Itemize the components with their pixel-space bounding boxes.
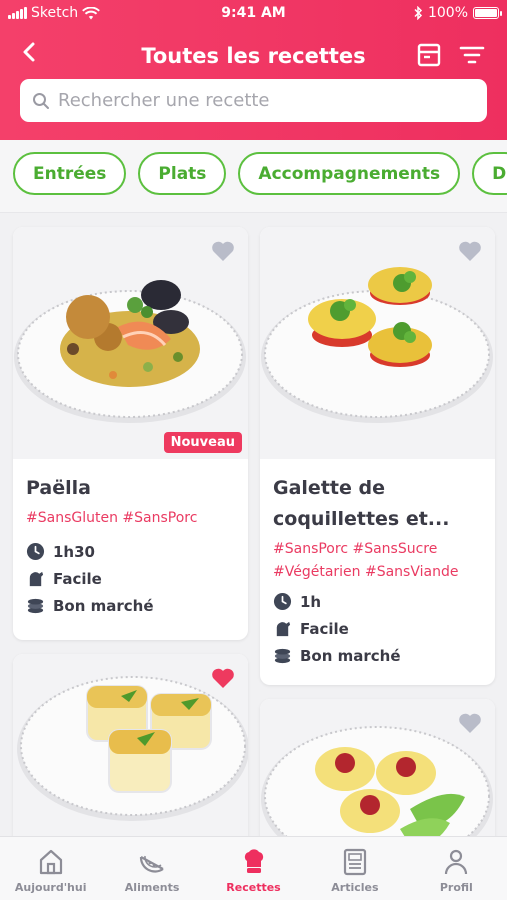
recipe-cost: Bon marché — [300, 646, 401, 665]
search-bar[interactable] — [20, 79, 487, 122]
recipe-difficulty: Facile — [300, 619, 349, 638]
chef-hat-icon — [244, 849, 263, 873]
tab-label: Recettes — [226, 881, 281, 894]
tab-label: Articles — [331, 881, 379, 894]
recipe-card-paella[interactable]: Nouveau Paëlla #SansGluten #SansPorc 1h3… — [13, 227, 248, 640]
article-icon — [343, 848, 367, 876]
bottom-tab-bar: Aujourd'hui Aliments Recettes Articles P… — [0, 836, 507, 900]
category-chip-accompagnements[interactable]: Accompagnements — [238, 152, 461, 195]
search-input[interactable] — [58, 90, 458, 111]
new-badge: Nouveau — [163, 432, 242, 453]
melon-icon — [140, 855, 164, 873]
clock-icon — [26, 542, 45, 561]
recipe-title-line-1: Galette de — [273, 477, 385, 499]
search-icon — [33, 92, 49, 109]
tab-aliments[interactable]: Aliments — [101, 837, 202, 900]
tab-aujourdhui[interactable]: Aujourd'hui — [0, 837, 101, 900]
coins-icon — [27, 598, 44, 614]
recipe-tags: #SansGluten #SansPorc — [26, 510, 198, 526]
tab-label: Aujourd'hui — [14, 881, 87, 894]
heart-icon[interactable] — [457, 711, 483, 735]
recipe-image — [13, 654, 248, 854]
heart-icon[interactable] — [210, 666, 236, 690]
recipe-card-4[interactable] — [260, 699, 495, 859]
tab-profil[interactable]: Profil — [406, 837, 507, 900]
category-chip-desserts[interactable]: D — [472, 152, 507, 195]
recipe-time: 1h — [300, 592, 322, 611]
tab-label: Profil — [439, 881, 473, 894]
filter-icon[interactable] — [459, 42, 485, 68]
recipe-difficulty: Facile — [53, 569, 102, 588]
battery-label: 100% — [427, 5, 468, 21]
person-icon — [445, 849, 468, 875]
oven-mitt-icon — [29, 571, 44, 587]
category-chip-plats[interactable]: Plats — [138, 152, 227, 195]
recipe-card-galette[interactable]: Galette de coquillettes et... #SansPorc … — [260, 227, 495, 685]
recipe-title: Paëlla — [26, 477, 91, 499]
battery-icon — [473, 7, 502, 19]
recipe-tags-line-1: #SansPorc #SansSucre — [273, 541, 438, 557]
recipe-time: 1h30 — [53, 542, 95, 561]
recipe-card-verrines[interactable] — [13, 654, 248, 854]
recipe-tags-line-2: #Végétarien #SansViande — [273, 564, 459, 580]
home-icon — [39, 849, 62, 875]
recipe-title-line-2: coquillettes et... — [273, 508, 450, 530]
recipe-image — [260, 227, 495, 459]
category-bar: Entrées Plats Accompagnements D — [0, 140, 507, 213]
status-bar: Sketch 9:41 AM 100% — [0, 5, 507, 25]
recipe-cost: Bon marché — [53, 596, 154, 615]
clock-icon — [273, 592, 292, 611]
heart-icon[interactable] — [210, 239, 236, 263]
app-header: Sketch 9:41 AM 100% Toutes les recettes — [0, 0, 507, 140]
tab-label: Aliments — [124, 881, 180, 894]
bluetooth-icon — [414, 6, 423, 20]
recipe-image: Nouveau — [13, 227, 248, 459]
coins-icon — [274, 648, 291, 664]
category-chip-entrees[interactable]: Entrées — [13, 152, 127, 195]
recipe-image — [260, 699, 495, 859]
oven-mitt-icon — [276, 621, 291, 637]
tab-articles[interactable]: Articles — [304, 837, 405, 900]
layout-toggle-icon[interactable] — [416, 42, 442, 68]
tab-recettes[interactable]: Recettes — [203, 837, 304, 900]
heart-icon[interactable] — [457, 239, 483, 263]
